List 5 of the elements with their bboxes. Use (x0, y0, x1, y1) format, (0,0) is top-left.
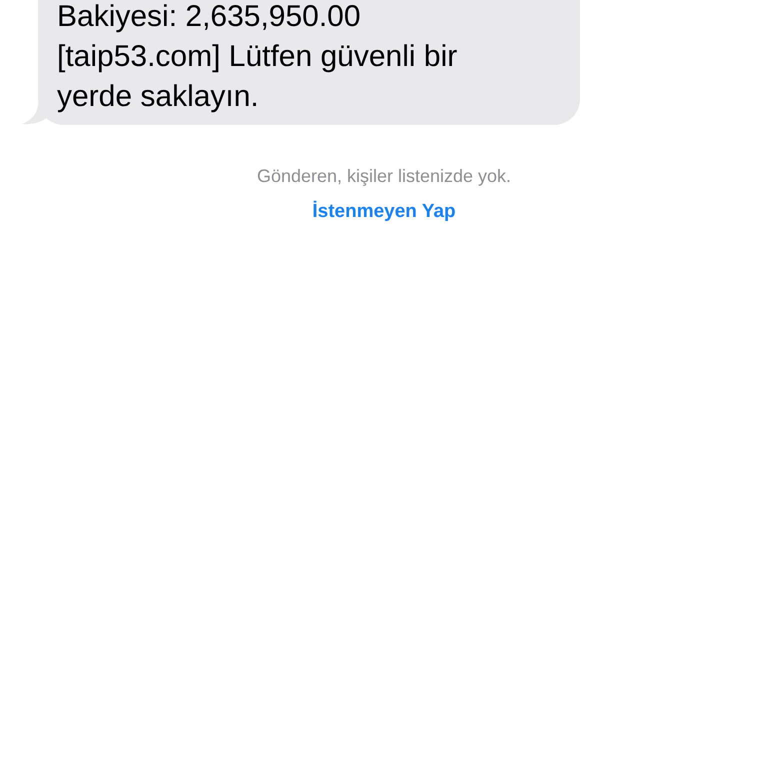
report-junk-link[interactable]: İstenmeyen Yap (312, 198, 456, 226)
message-text-line: [taip53.com] Lütfen güvenli bir (57, 39, 458, 75)
message-text-line: Bakiyesi: 2,635,950.00 (57, 0, 361, 35)
message-text-line: yerde saklayın. (57, 79, 259, 115)
sender-notice: Gönderen, kişiler listenizde yok. (256, 165, 512, 188)
